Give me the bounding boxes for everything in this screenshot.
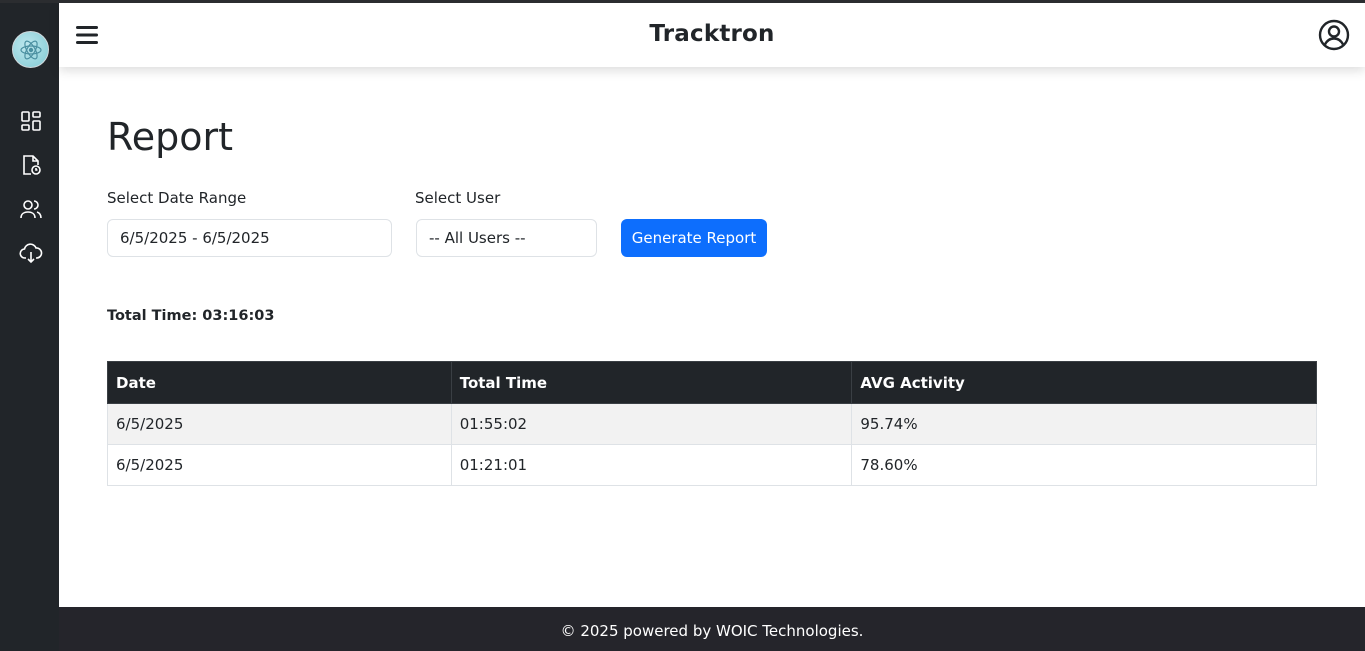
users-icon[interactable] xyxy=(19,197,43,221)
dashboard-icon[interactable] xyxy=(19,109,43,133)
cell-total-time: 01:55:02 xyxy=(450,403,853,445)
cloud-download-icon[interactable] xyxy=(19,241,43,265)
cell-avg-activity: 78.60% xyxy=(851,444,1317,486)
cell-date: 6/5/2025 xyxy=(107,444,452,486)
sidebar xyxy=(0,0,59,651)
user-account-icon[interactable] xyxy=(1317,18,1351,52)
column-header-total-time[interactable]: Total Time xyxy=(450,361,853,404)
date-range-input[interactable]: 6/5/2025 - 6/5/2025 xyxy=(107,219,392,257)
cell-total-time: 01:21:01 xyxy=(450,444,853,486)
top-header: Tracktron xyxy=(59,3,1365,67)
column-header-avg-activity[interactable]: AVG Activity xyxy=(851,361,1317,404)
app-title: Tracktron xyxy=(649,21,775,47)
page-title: Report xyxy=(107,115,233,159)
table-row: 6/5/2025 01:55:02 95.74% xyxy=(107,403,1317,445)
file-clock-icon[interactable] xyxy=(19,153,43,177)
report-table: Date Total Time AVG Activity 6/5/2025 01… xyxy=(107,361,1317,486)
table-header-row: Date Total Time AVG Activity xyxy=(107,361,1317,404)
app-logo-icon[interactable] xyxy=(12,31,49,68)
cell-date: 6/5/2025 xyxy=(107,403,452,445)
column-header-date[interactable]: Date xyxy=(107,361,452,404)
footer: © 2025 powered by WOIC Technologies. xyxy=(59,607,1365,651)
user-select-dropdown[interactable]: -- All Users -- xyxy=(416,219,597,257)
table-row: 6/5/2025 01:21:01 78.60% xyxy=(107,444,1317,486)
user-select-label: Select User xyxy=(415,189,501,207)
date-range-label: Select Date Range xyxy=(107,189,247,207)
total-time-summary: Total Time: 03:16:03 xyxy=(107,308,275,324)
window-top-border xyxy=(0,0,1365,3)
generate-report-button[interactable]: Generate Report xyxy=(621,219,767,257)
cell-avg-activity: 95.74% xyxy=(851,403,1317,445)
main-content: Report Select Date Range 6/5/2025 - 6/5/… xyxy=(59,67,1365,607)
